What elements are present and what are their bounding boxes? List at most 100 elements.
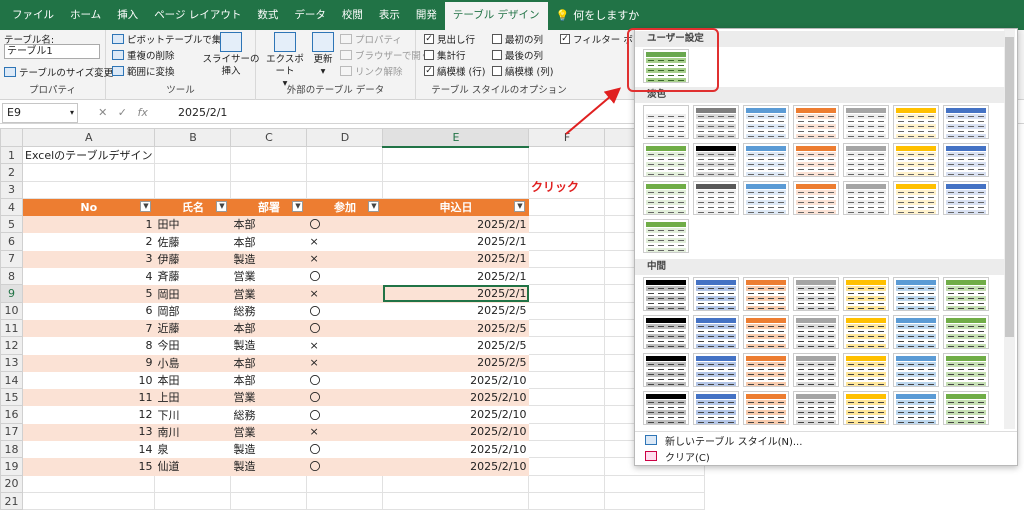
medium-style-swatch[interactable] (893, 391, 939, 425)
cell[interactable] (604, 491, 706, 511)
table-cell[interactable]: 8 (21, 336, 156, 355)
light-style-swatch[interactable] (793, 105, 839, 139)
insert-slicer-button[interactable]: スライサーの 挿入 (203, 32, 260, 78)
table-cell[interactable]: 2 (21, 232, 156, 251)
light-style-swatch[interactable] (943, 105, 989, 139)
formula-input[interactable]: 2025/2/1 (168, 106, 227, 119)
cell[interactable] (382, 163, 530, 182)
row-header[interactable]: 6 (0, 232, 23, 251)
tab-file[interactable]: ファイル (4, 0, 62, 30)
table-cell[interactable]: 営業 (230, 422, 308, 442)
table-cell[interactable]: 7 (21, 318, 156, 338)
light-style-swatch[interactable] (893, 105, 939, 139)
table-cell[interactable]: 1 (21, 215, 156, 234)
row-header[interactable]: 15 (0, 388, 23, 407)
cancel-icon[interactable]: ✕ (98, 106, 107, 119)
table-cell[interactable]: 下川 (154, 405, 232, 424)
light-style-swatch[interactable] (843, 181, 889, 215)
cell[interactable] (21, 474, 156, 493)
tab-developer[interactable]: 開発 (408, 0, 445, 30)
table-cell[interactable]: 2025/2/1 (382, 232, 530, 251)
table-cell[interactable]: 2025/2/10 (382, 422, 530, 442)
row-header[interactable]: 11 (0, 318, 23, 338)
table-cell[interactable]: 〇 (306, 301, 384, 320)
light-style-swatch[interactable] (943, 143, 989, 177)
filter-dropdown-icon[interactable]: ▼ (140, 200, 152, 212)
table-cell[interactable]: 上田 (154, 388, 232, 407)
row-header[interactable]: 5 (0, 215, 23, 234)
table-cell[interactable]: 総務 (230, 301, 308, 320)
table-cell[interactable]: 本田 (154, 370, 232, 390)
cell[interactable] (230, 491, 308, 511)
table-cell[interactable]: 10 (21, 370, 156, 390)
light-style-swatch[interactable] (743, 181, 789, 215)
medium-style-swatch[interactable] (743, 391, 789, 425)
table-cell[interactable]: 2025/2/10 (382, 388, 530, 407)
table-cell[interactable]: 〇 (306, 440, 384, 459)
table-cell[interactable]: × (306, 284, 384, 303)
medium-style-swatch[interactable] (693, 315, 739, 349)
cell[interactable] (21, 491, 156, 511)
row-header[interactable]: 4 (0, 197, 23, 217)
cell[interactable] (382, 474, 530, 493)
table-cell[interactable]: × (306, 353, 384, 372)
column-header-b[interactable]: B (154, 128, 232, 147)
table-header[interactable]: 申込日 ▼ (382, 197, 530, 217)
medium-style-swatch[interactable] (693, 391, 739, 425)
row-header[interactable]: 9 (0, 284, 23, 303)
checkbox[interactable] (492, 50, 502, 60)
medium-style-swatch[interactable] (643, 353, 689, 387)
table-cell[interactable]: 総務 (230, 405, 308, 424)
medium-style-swatch[interactable] (943, 391, 989, 425)
table-cell[interactable]: 佐藤 (154, 232, 232, 251)
light-style-swatch[interactable] (793, 181, 839, 215)
table-cell[interactable]: 2025/2/1 (382, 249, 530, 269)
table-cell[interactable]: 製造 (230, 440, 308, 459)
table-cell[interactable]: 〇 (306, 215, 384, 234)
table-cell[interactable]: 〇 (306, 370, 384, 390)
table-cell[interactable]: 3 (21, 249, 156, 269)
light-style-swatch[interactable] (643, 105, 689, 139)
medium-style-swatch[interactable] (743, 277, 789, 311)
new-table-style-item[interactable]: 新しいテーブル スタイル(N)... (635, 432, 1017, 448)
light-style-swatch[interactable] (793, 143, 839, 177)
table-cell[interactable]: 6 (21, 301, 156, 320)
light-style-swatch[interactable] (693, 143, 739, 177)
tab-insert[interactable]: 挿入 (109, 0, 146, 30)
row-header[interactable]: 2 (0, 163, 23, 182)
cell[interactable] (528, 301, 606, 320)
row-header[interactable]: 16 (0, 405, 23, 424)
row-header[interactable]: 20 (0, 474, 23, 493)
tab-page-layout[interactable]: ページ レイアウト (146, 0, 249, 30)
table-cell[interactable]: 泉 (154, 440, 232, 459)
cell[interactable] (528, 353, 606, 372)
cell[interactable] (528, 232, 606, 251)
row-header[interactable]: 12 (0, 336, 23, 355)
convert-to-range-button[interactable]: 範囲に変換 (112, 64, 175, 78)
cell[interactable] (528, 318, 606, 338)
table-cell[interactable]: 本部 (230, 353, 308, 372)
cell[interactable] (306, 180, 384, 199)
cell[interactable] (528, 440, 606, 459)
table-cell[interactable]: × (306, 232, 384, 251)
tell-me-box[interactable]: 💡 何をしますか (556, 7, 640, 23)
table-cell[interactable]: 岡部 (154, 301, 232, 320)
cell[interactable] (604, 474, 706, 493)
clear-item[interactable]: クリア(C) (635, 448, 1017, 464)
properties-button[interactable]: プロパティ (340, 32, 402, 46)
light-style-swatch[interactable] (843, 105, 889, 139)
table-cell[interactable]: 本部 (230, 370, 308, 390)
column-header-e[interactable]: E (382, 128, 530, 148)
medium-style-swatch[interactable] (943, 353, 989, 387)
cell[interactable] (528, 491, 606, 511)
gallery-scroll-thumb[interactable] (1005, 37, 1014, 337)
row-header[interactable]: 13 (0, 353, 23, 372)
table-cell[interactable]: 2025/2/10 (382, 370, 530, 390)
light-style-swatch[interactable] (643, 219, 689, 253)
banded-columns-option[interactable]: 縞模様 (列) (492, 64, 553, 78)
medium-style-swatch[interactable] (793, 315, 839, 349)
row-header[interactable]: 19 (0, 457, 23, 476)
table-cell[interactable]: 2025/2/5 (382, 353, 530, 372)
table-cell[interactable]: 2025/2/10 (382, 440, 530, 459)
light-style-swatch[interactable] (643, 143, 689, 177)
